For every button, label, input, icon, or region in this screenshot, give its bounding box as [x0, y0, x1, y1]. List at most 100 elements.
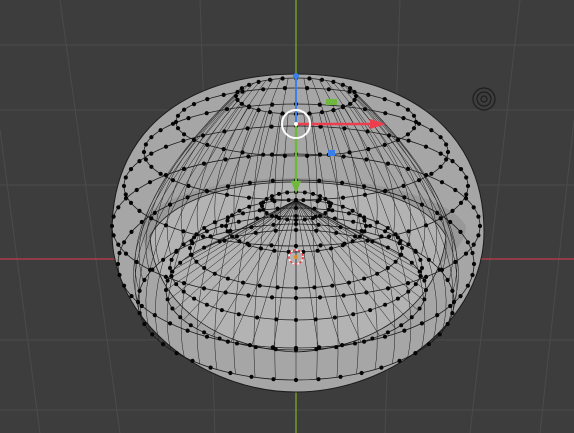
- mesh-vertex[interactable]: [163, 274, 168, 279]
- mesh-vertex[interactable]: [424, 173, 429, 178]
- mesh-vertex[interactable]: [189, 239, 194, 244]
- mesh-vertex[interactable]: [386, 133, 392, 138]
- mesh-vertex[interactable]: [204, 334, 210, 339]
- mesh-vertex[interactable]: [316, 377, 321, 382]
- mesh-vertex[interactable]: [386, 234, 392, 239]
- mesh-vertex[interactable]: [463, 251, 469, 256]
- mesh-vertex[interactable]: [465, 283, 470, 288]
- mesh-vertex[interactable]: [302, 217, 307, 222]
- mesh-vertex[interactable]: [158, 171, 163, 176]
- mesh-vertex[interactable]: [294, 348, 298, 352]
- mesh-vertex[interactable]: [362, 184, 367, 189]
- mesh-vertex[interactable]: [174, 351, 179, 356]
- mesh-vertex[interactable]: [405, 107, 410, 112]
- mesh-vertex[interactable]: [326, 87, 331, 92]
- plane-handle-blue[interactable]: [328, 150, 335, 156]
- mesh-vertex[interactable]: [205, 142, 210, 147]
- mesh-vertex[interactable]: [444, 157, 449, 162]
- mesh-vertex[interactable]: [249, 374, 254, 379]
- mesh-vertex[interactable]: [204, 111, 209, 116]
- mesh-vertex[interactable]: [264, 211, 269, 215]
- mesh-vertex[interactable]: [123, 192, 128, 197]
- mesh-vertex[interactable]: [401, 183, 406, 188]
- mesh-vertex[interactable]: [128, 200, 134, 205]
- mesh-vertex[interactable]: [368, 223, 373, 228]
- mesh-vertex[interactable]: [267, 77, 273, 82]
- mesh-vertex[interactable]: [192, 296, 197, 301]
- mesh-vertex[interactable]: [186, 183, 191, 188]
- mesh-vertex[interactable]: [405, 281, 411, 286]
- mesh-vertex[interactable]: [123, 251, 129, 256]
- mesh-vertex[interactable]: [170, 269, 175, 274]
- mesh-vertex[interactable]: [147, 180, 153, 185]
- mesh-vertex[interactable]: [307, 76, 312, 81]
- mesh-vertex[interactable]: [340, 180, 345, 185]
- mesh-vertex[interactable]: [181, 281, 187, 286]
- mesh-vertex[interactable]: [261, 152, 266, 157]
- mesh-vertex[interactable]: [383, 111, 388, 116]
- mesh-vertex[interactable]: [285, 217, 290, 222]
- mesh-vertex[interactable]: [444, 142, 449, 147]
- mesh-vertex[interactable]: [426, 257, 431, 262]
- mesh-vertex[interactable]: [221, 92, 226, 97]
- mesh-vertex[interactable]: [395, 296, 400, 301]
- mesh-vertex[interactable]: [413, 249, 418, 254]
- mesh-vertex[interactable]: [438, 164, 443, 169]
- mesh-vertex[interactable]: [205, 97, 210, 102]
- mesh-vertex[interactable]: [204, 189, 210, 194]
- mesh-vertex[interactable]: [422, 278, 427, 283]
- mesh-vertex[interactable]: [109, 223, 115, 229]
- mesh-vertex[interactable]: [429, 128, 434, 133]
- mesh-vertex[interactable]: [398, 239, 403, 244]
- mesh-vertex[interactable]: [347, 211, 351, 216]
- mesh-vertex[interactable]: [253, 230, 258, 235]
- mesh-vertex[interactable]: [204, 302, 209, 307]
- mesh-vertex[interactable]: [418, 257, 423, 262]
- mesh-vertex[interactable]: [174, 282, 179, 287]
- mesh-vertex[interactable]: [223, 290, 228, 295]
- mesh-vertex[interactable]: [305, 86, 310, 91]
- mesh-vertex[interactable]: [332, 315, 337, 320]
- mesh-vertex[interactable]: [406, 229, 411, 234]
- mesh-vertex[interactable]: [222, 129, 227, 134]
- mesh-vertex[interactable]: [382, 97, 387, 102]
- mesh-vertex[interactable]: [313, 317, 318, 322]
- mesh-vertex[interactable]: [219, 223, 224, 228]
- mesh-vertex[interactable]: [117, 272, 122, 278]
- mesh-vertex[interactable]: [123, 196, 129, 201]
- mesh-vertex[interactable]: [411, 126, 417, 131]
- mesh-vertex[interactable]: [161, 342, 166, 347]
- mesh-vertex[interactable]: [134, 187, 139, 193]
- mesh-vertex[interactable]: [342, 126, 347, 131]
- mesh-vertex[interactable]: [450, 288, 455, 293]
- mesh-vertex[interactable]: [188, 246, 192, 250]
- mesh-vertex[interactable]: [185, 195, 190, 200]
- mesh-vertex[interactable]: [150, 267, 155, 272]
- mesh-vertex[interactable]: [245, 126, 250, 131]
- mesh-vertex[interactable]: [178, 260, 183, 265]
- gizmo-center-dot[interactable]: [294, 122, 298, 126]
- mesh-vertex[interactable]: [208, 365, 213, 370]
- mesh-vertex[interactable]: [353, 234, 357, 239]
- mesh-vertex[interactable]: [319, 77, 325, 82]
- mesh-vertex[interactable]: [256, 79, 261, 84]
- mesh-vertex[interactable]: [317, 152, 323, 157]
- mesh-vertex[interactable]: [230, 234, 235, 239]
- mesh-vertex[interactable]: [331, 108, 336, 113]
- mesh-vertex[interactable]: [164, 288, 168, 292]
- mesh-vertex[interactable]: [142, 321, 147, 327]
- mesh-vertex[interactable]: [318, 213, 322, 218]
- mesh-vertex[interactable]: [302, 190, 307, 195]
- mesh-vertex[interactable]: [471, 205, 476, 210]
- mesh-vertex[interactable]: [326, 207, 331, 212]
- mesh-vertex[interactable]: [364, 224, 368, 228]
- mesh-vertex[interactable]: [204, 229, 209, 234]
- mesh-vertex[interactable]: [270, 213, 274, 218]
- plane-handle-green[interactable]: [326, 99, 337, 105]
- mesh-vertex[interactable]: [128, 167, 134, 172]
- mesh-vertex[interactable]: [286, 198, 291, 203]
- mesh-vertex[interactable]: [352, 97, 357, 103]
- mesh-vertex[interactable]: [318, 243, 323, 248]
- mesh-vertex[interactable]: [152, 313, 157, 318]
- mesh-vertex[interactable]: [188, 252, 193, 257]
